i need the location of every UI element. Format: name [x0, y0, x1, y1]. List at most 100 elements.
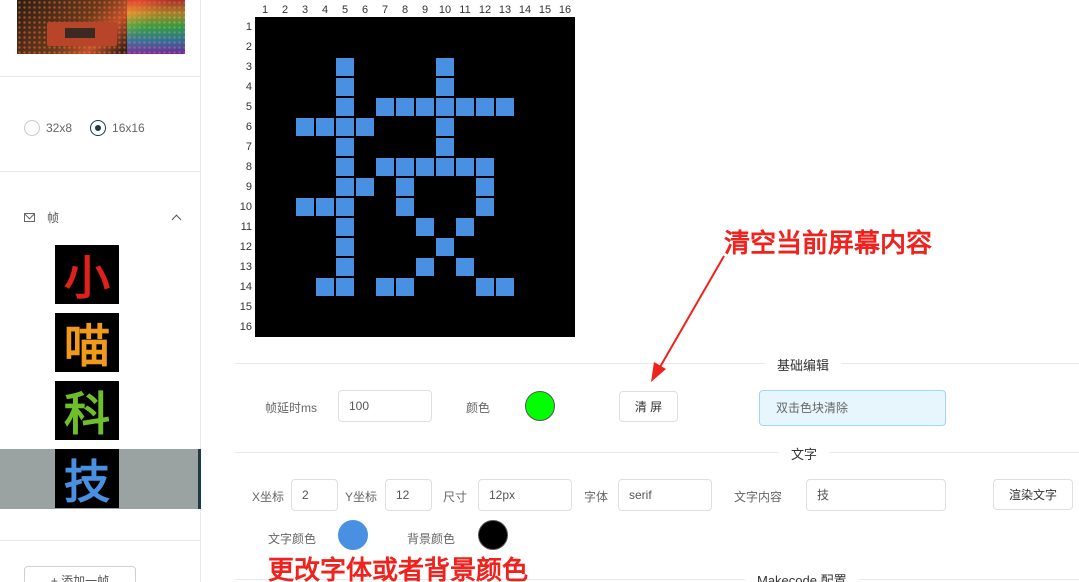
led-cell[interactable]	[435, 137, 455, 157]
column-number: 1	[261, 4, 269, 16]
led-cell[interactable]	[335, 257, 355, 277]
led-cell[interactable]	[295, 197, 315, 217]
led-cell[interactable]	[455, 217, 475, 237]
led-cell[interactable]	[355, 117, 375, 137]
text-content-input[interactable]: 技	[806, 479, 946, 511]
frame-thumbnail[interactable]: 技	[55, 449, 119, 509]
led-cell[interactable]	[475, 97, 495, 117]
clear-screen-button[interactable]: 清 屏	[619, 391, 678, 422]
frame-thumbnail[interactable]: 喵	[55, 313, 119, 373]
selected-frame-indicator	[198, 449, 201, 509]
resolution-options: 32x8 16x16	[24, 120, 157, 136]
size-input[interactable]: 12px	[478, 479, 572, 511]
led-cell[interactable]	[435, 117, 455, 137]
led-matrix-grid[interactable]	[255, 17, 575, 337]
led-cell[interactable]	[315, 197, 335, 217]
led-cell[interactable]	[395, 197, 415, 217]
row-number: 3	[245, 61, 252, 73]
led-cell[interactable]	[315, 117, 335, 137]
led-cell[interactable]	[335, 77, 355, 97]
radio-16x16-label[interactable]: 16x16	[112, 121, 145, 135]
led-cell[interactable]	[455, 257, 475, 277]
led-cell[interactable]	[375, 97, 395, 117]
led-cell[interactable]	[335, 157, 355, 177]
section-divider	[235, 452, 1079, 453]
radio-16x16[interactable]	[90, 120, 107, 136]
frame-thumbnail[interactable]: 科	[55, 381, 119, 441]
led-cell[interactable]	[495, 277, 515, 297]
led-cell[interactable]	[415, 157, 435, 177]
led-cell[interactable]	[435, 97, 455, 117]
row-number: 12	[239, 241, 252, 253]
annotation-arrow	[651, 255, 725, 382]
row-numbers: 1 2 3 4 5 6 7 8 9 10 11 12 13 14 15 16	[232, 17, 252, 337]
led-cell[interactable]	[335, 217, 355, 237]
arrow-line	[655, 255, 725, 375]
led-cell[interactable]	[335, 277, 355, 297]
led-cell[interactable]	[435, 237, 455, 257]
column-number: 6	[361, 4, 369, 16]
sidebar-divider	[0, 76, 200, 77]
led-cell[interactable]	[475, 197, 495, 217]
row-number: 8	[245, 161, 252, 173]
led-cell[interactable]	[355, 177, 375, 197]
font-label: 字体	[584, 490, 609, 504]
frame-thumbnail[interactable]: 小	[55, 245, 119, 305]
clear-tip: 双击色块清除	[759, 390, 946, 426]
led-cell[interactable]	[375, 277, 395, 297]
led-cell[interactable]	[415, 217, 435, 237]
row-number: 6	[245, 121, 252, 133]
column-number: 12	[478, 4, 492, 16]
led-cell[interactable]	[375, 157, 395, 177]
y-input[interactable]: 12	[385, 479, 432, 511]
led-cell[interactable]	[395, 277, 415, 297]
row-number: 16	[239, 321, 252, 333]
text-color-label: 文字颜色	[268, 532, 317, 546]
led-cell[interactable]	[395, 97, 415, 117]
radio-32x8[interactable]	[24, 120, 40, 136]
makecode-section-title: Makecode 配置	[745, 570, 859, 582]
font-input[interactable]: serif	[618, 479, 712, 511]
led-cell[interactable]	[415, 257, 435, 277]
led-cell[interactable]	[315, 277, 335, 297]
led-cell[interactable]	[495, 97, 515, 117]
led-cell[interactable]	[335, 117, 355, 137]
led-cell[interactable]	[335, 57, 355, 77]
led-cell[interactable]	[435, 77, 455, 97]
paint-color-swatch[interactable]	[525, 391, 555, 421]
x-input[interactable]: 2	[291, 479, 338, 511]
led-cell[interactable]	[335, 197, 355, 217]
led-cell[interactable]	[475, 277, 495, 297]
content-label: 文字内容	[734, 490, 783, 504]
led-cell[interactable]	[475, 177, 495, 197]
text-color-swatch[interactable]	[338, 520, 368, 550]
bg-color-swatch[interactable]	[478, 520, 508, 550]
add-frame-button[interactable]: + 添加一帧	[24, 566, 136, 582]
chevron-up-icon[interactable]	[171, 214, 182, 225]
led-cell[interactable]	[335, 137, 355, 157]
led-cell[interactable]	[435, 157, 455, 177]
board-graphic	[47, 22, 117, 46]
led-cell[interactable]	[295, 117, 315, 137]
row-number: 13	[239, 261, 252, 273]
radio-32x8-label[interactable]: 32x8	[46, 121, 72, 135]
led-cell[interactable]	[395, 177, 415, 197]
render-text-button[interactable]: 渲染文字	[993, 479, 1073, 510]
sidebar: 32x8 16x16 帧 小 喵 科 技 + 添加一帧	[0, 0, 201, 582]
led-cell[interactable]	[475, 157, 495, 177]
led-cell[interactable]	[435, 57, 455, 77]
frame-char: 技	[64, 454, 110, 509]
frames-header[interactable]: 帧	[24, 209, 184, 226]
led-cell[interactable]	[335, 177, 355, 197]
column-number: 8	[401, 4, 409, 16]
led-cell[interactable]	[455, 157, 475, 177]
led-cell[interactable]	[415, 97, 435, 117]
led-cell[interactable]	[335, 237, 355, 257]
x-label: X坐标	[252, 490, 285, 504]
led-cell[interactable]	[455, 97, 475, 117]
column-number: 16	[558, 4, 572, 16]
delay-input[interactable]: 100	[338, 390, 432, 422]
led-cell[interactable]	[395, 157, 415, 177]
column-number: 14	[518, 4, 532, 16]
led-cell[interactable]	[335, 97, 355, 117]
